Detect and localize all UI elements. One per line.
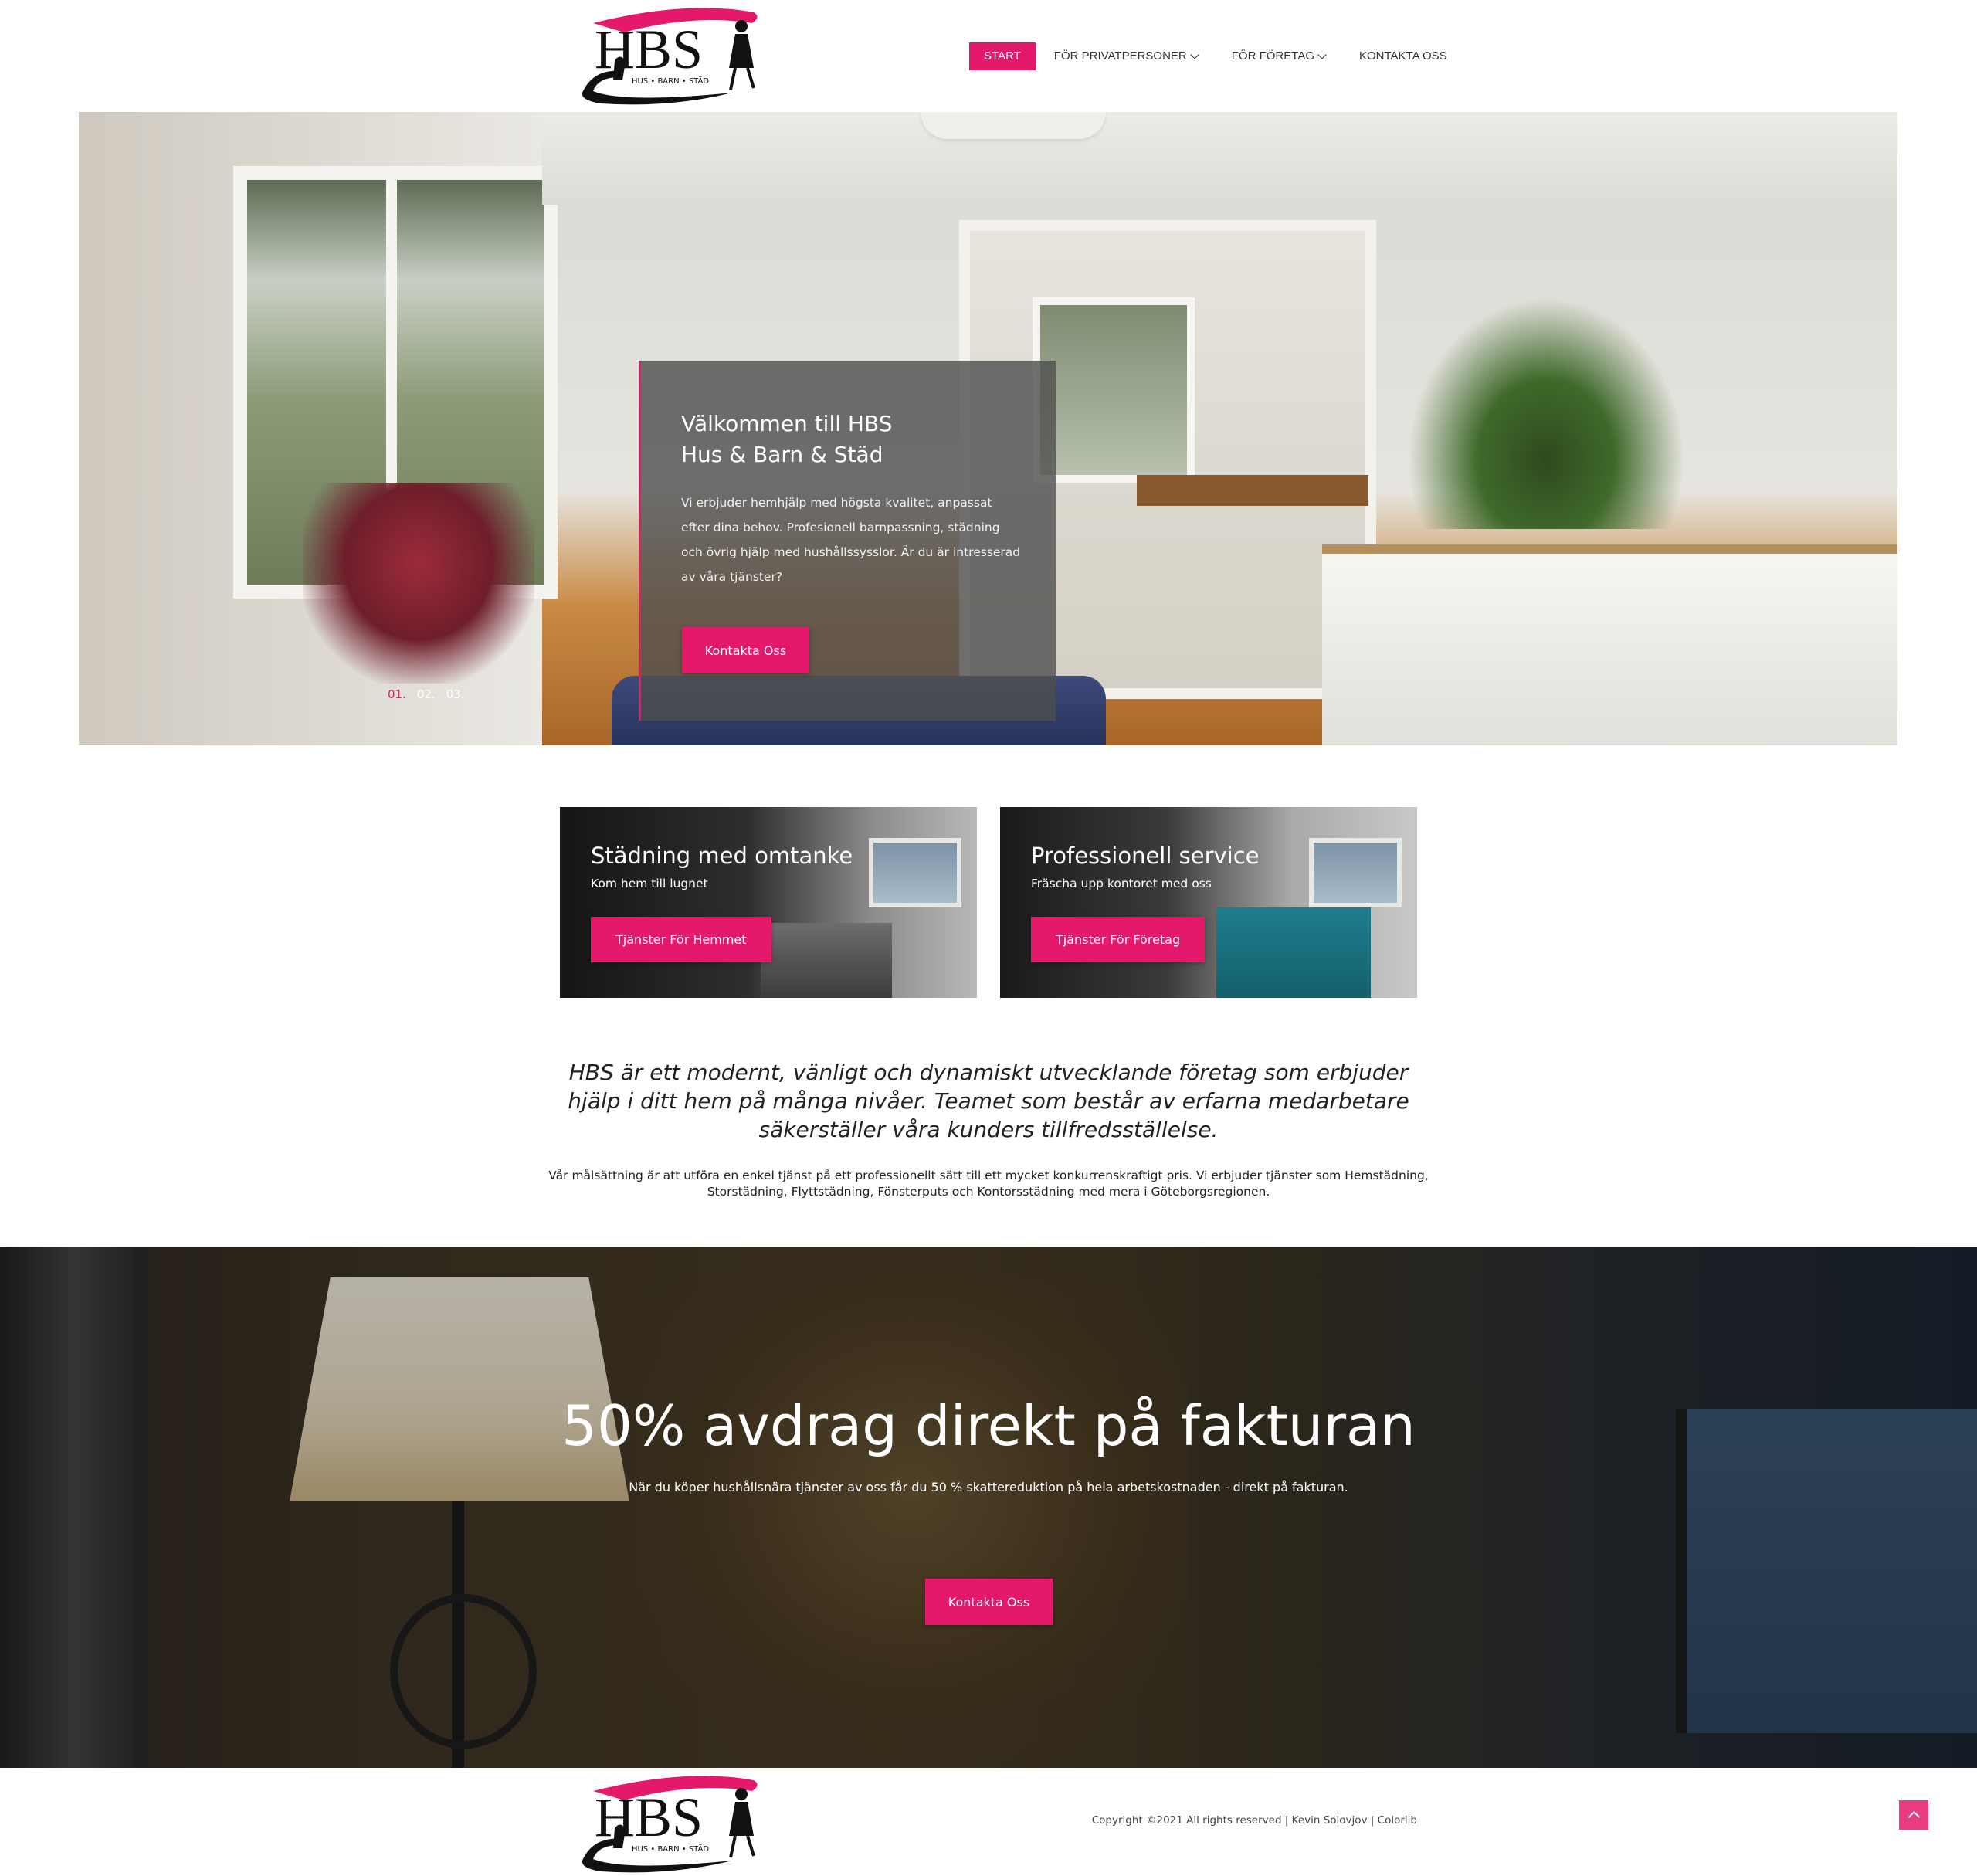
logo-tagline: HUS • BARN • STÄD — [632, 76, 709, 86]
slider-pager: 01. 02. 03. — [388, 687, 476, 701]
card-image-chairs — [761, 923, 892, 998]
hero-title: Välkommen till HBS Hus & Barn & Städ — [681, 411, 893, 467]
nav-item-start[interactable]: START — [969, 42, 1036, 70]
main-nav: START FÖR PRIVATPERSONER FÖR FÖRETAG KON… — [969, 42, 1466, 70]
tax-deduction-banner: 50% avdrag direkt på fakturan När du köp… — [0, 1247, 1977, 1768]
card-subtitle: Kom hem till lugnet — [591, 877, 708, 891]
slide-dot-2[interactable]: 02. — [417, 687, 436, 701]
hero-image-cabinet — [1322, 544, 1897, 745]
nav-label: FÖR FÖRETAG — [1231, 49, 1314, 63]
hero-caption-box: Välkommen till HBS Hus & Barn & Städ Vi … — [639, 361, 1056, 721]
nav-item-privatpersoner[interactable]: FÖR PRIVATPERSONER — [1039, 42, 1213, 70]
hbs-logo-graphic: HBS HUS • BARN • STÄD — [582, 8, 758, 105]
copyright-text: Copyright ©2021 All rights reserved | Ke… — [1091, 1814, 1417, 1827]
slide-dot-3[interactable]: 03. — [446, 687, 465, 701]
slide-dot-1[interactable]: 01. — [388, 687, 406, 701]
chevron-down-icon — [1317, 49, 1327, 59]
hero-slider: Välkommen till HBS Hus & Barn & Städ Vi … — [79, 112, 1897, 745]
intro-lead: HBS är ett modernt, vänligt och dynamisk… — [568, 1060, 1409, 1142]
chevron-down-icon — [1190, 49, 1199, 59]
service-card-business: Professionell service Fräscha upp kontor… — [1000, 807, 1417, 998]
banner-overlay — [0, 1247, 1977, 1768]
hero-image-plant — [1407, 297, 1685, 529]
hero-image-table — [1137, 475, 1368, 506]
intro-body: Vår målsättning är att utföra en enkel t… — [548, 1169, 1429, 1199]
home-services-button[interactable]: Tjänster För Hemmet — [591, 917, 771, 962]
logo-text: HBS — [595, 19, 703, 80]
service-card-home: Städning med omtanke Kom hem till lugnet… — [560, 807, 977, 998]
business-services-button[interactable]: Tjänster För Företag — [1031, 917, 1206, 962]
hero-image-chair — [303, 483, 534, 684]
nav-item-kontakta-oss[interactable]: KONTAKTA OSS — [1344, 42, 1463, 70]
banner-contact-button[interactable]: Kontakta Oss — [925, 1579, 1053, 1625]
hero-text: Vi erbjuder hemhjälp med högsta kvalitet… — [681, 496, 1021, 584]
hero-contact-button[interactable]: Kontakta Oss — [682, 627, 809, 673]
hero-image-ceiling — [542, 112, 1897, 205]
banner-text: När du köper hushållsnära tjänster av os… — [629, 1480, 1348, 1494]
nav-item-foretag[interactable]: FÖR FÖRETAG — [1216, 42, 1341, 70]
logo-tagline: HUS • BARN • STÄD — [632, 1844, 709, 1854]
card-title: Professionell service — [1031, 843, 1260, 869]
card-image-desk — [1216, 907, 1371, 998]
hbs-logo[interactable]: HBS HUS • BARN • STÄD — [578, 6, 763, 107]
back-to-top-button[interactable] — [1899, 1800, 1928, 1830]
nav-label: START — [984, 49, 1021, 63]
footer-logo[interactable]: HBS HUS • BARN • STÄD — [578, 1774, 763, 1874]
hero-image-lamp — [921, 112, 1106, 139]
nav-label: KONTAKTA OSS — [1359, 49, 1447, 63]
site-header: HBS HUS • BARN • STÄD START FÖR PRIVATPE… — [0, 0, 1977, 112]
banner-title: 50% avdrag direkt på fakturan — [561, 1393, 1416, 1458]
hbs-logo-graphic: HBS HUS • BARN • STÄD — [582, 1776, 758, 1873]
nav-label: FÖR PRIVATPERSONER — [1053, 49, 1187, 63]
card-title: Städning med omtanke — [591, 843, 853, 869]
card-image-window — [869, 838, 961, 907]
hero-image-window-back — [1033, 297, 1195, 483]
card-image-monitor — [1309, 838, 1402, 907]
chevron-up-icon — [1907, 1810, 1920, 1823]
site-footer: HBS HUS • BARN • STÄD Copyright ©2021 Al… — [0, 1768, 1977, 1876]
card-subtitle: Fräscha upp kontoret med oss — [1031, 877, 1212, 891]
logo-text: HBS — [595, 1786, 703, 1848]
